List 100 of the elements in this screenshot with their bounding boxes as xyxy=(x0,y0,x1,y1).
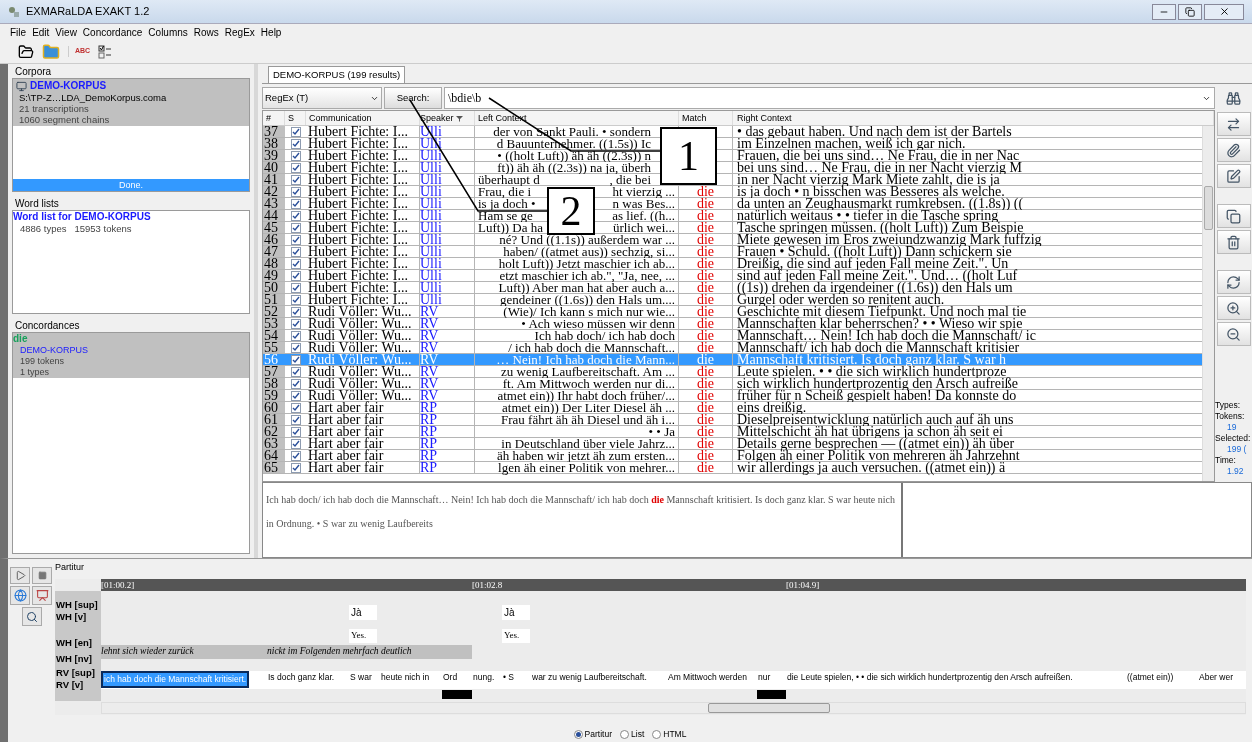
search-field[interactable]: \bdie\b xyxy=(444,87,1215,109)
table-row[interactable]: 46 Hubert Fichte: I... Ulli né? Und ((1.1s)) außerdem war ... die Miete gewesen im Eros zweiundzwanzig Mark fuffzig xyxy=(263,234,1202,246)
checkbox[interactable] xyxy=(290,354,301,365)
checkbox[interactable] xyxy=(290,198,301,209)
menu-item[interactable]: RegEx xyxy=(224,24,255,40)
corpus-item[interactable]: DEMO-KORPUS S:\TP-Z…LDA_DemoKorpus.coma 21 transcriptions 1060 segment chains xyxy=(13,79,249,126)
partitur-event[interactable]: Jà xyxy=(349,605,377,620)
partitur-event[interactable]: Am Mittwoch werden xyxy=(667,671,748,688)
partitur-event[interactable]: Jà xyxy=(502,605,530,620)
checkbox[interactable] xyxy=(290,450,301,461)
checkbox[interactable] xyxy=(290,330,301,341)
table-row[interactable]: 49 Hubert Fichte: I... Ulli etzt maschier ich ab.", "Ja, nee, ... die sind auf jeden Fall meine Zeit.". Und… ((holt Luf xyxy=(263,270,1202,282)
folder-icon[interactable] xyxy=(18,43,34,60)
menu-item[interactable]: Help xyxy=(260,24,282,40)
partitur-event[interactable]: Yes. xyxy=(502,629,530,643)
view-radio[interactable]: HTML xyxy=(652,727,687,741)
table-row[interactable]: 47 Hubert Fichte: I... Ulli haben/ ((atmet aus)) sechzig, si... die Frauen • Schuld. ((holt Luft)) Dann schickern sie xyxy=(263,246,1202,258)
column-header[interactable]: Speaker xyxy=(420,111,475,125)
menu-item[interactable]: Columns xyxy=(148,24,188,40)
partitur-event[interactable]: lehnt sich wieder zurück xyxy=(101,645,267,659)
column-header[interactable]: Right Context xyxy=(733,111,1214,125)
table-row[interactable]: 54 Rudi Völler: Wu... RV Ich hab doch/ ich hab doch die Mannschaft… Nein! Ich hab doch die Mannschaft/ ic xyxy=(263,330,1202,342)
table-row[interactable]: 50 Hubert Fichte: I... Ulli Luft)) Aber man hat aber auch a... die ((1s)) drehen da irgendeiner ((1.6s)) den Hals um xyxy=(263,282,1202,294)
presentation-button[interactable] xyxy=(32,586,52,605)
checkbox[interactable] xyxy=(290,174,301,185)
zoom-in-button[interactable] xyxy=(1216,296,1251,320)
checkbox[interactable] xyxy=(290,258,301,269)
checkbox[interactable] xyxy=(290,402,301,413)
partitur-event[interactable]: war zu wenig Laufbereitschaft. xyxy=(531,671,648,688)
menu-item[interactable]: File xyxy=(10,24,27,40)
checkbox[interactable] xyxy=(290,426,301,437)
zoom-out-button[interactable] xyxy=(1216,322,1251,346)
partitur-event[interactable]: nur xyxy=(757,671,772,688)
checkbox[interactable] xyxy=(290,150,301,161)
partitur-event[interactable]: die Leute spielen, • • die sich wirklich hundertprozentig den Arsch aufreißen. xyxy=(786,671,1074,688)
edit-button[interactable] xyxy=(1216,164,1251,188)
column-header[interactable]: Match xyxy=(679,111,733,125)
checklist-icon[interactable] xyxy=(98,44,113,59)
scrollbar-thumb[interactable] xyxy=(708,703,830,713)
checkbox[interactable] xyxy=(290,186,301,197)
menu-item[interactable]: Edit xyxy=(32,24,50,40)
checkbox[interactable] xyxy=(290,378,301,389)
copy-button[interactable] xyxy=(1216,204,1251,228)
column-header[interactable]: S xyxy=(285,111,306,125)
table-row[interactable]: 58 Rudi Völler: Wu... RV ft. Am Mittwoch werden nur di... die sich wirklich hundertprozentig den Arsch aufreiße xyxy=(263,378,1202,390)
partitur-event[interactable]: ((atmet ein)) xyxy=(1126,671,1175,688)
checkbox[interactable] xyxy=(290,342,301,353)
partitur-event[interactable]: Is doch ganz klar. xyxy=(267,671,336,688)
menu-item[interactable]: Rows xyxy=(193,24,219,40)
checkbox[interactable] xyxy=(290,222,301,233)
paperclip-button[interactable] xyxy=(1216,138,1251,162)
partitur-event[interactable]: nickt im Folgenden mehrfach deutlich xyxy=(267,645,472,659)
partitur-event[interactable]: heute nich in xyxy=(380,671,431,688)
checkbox[interactable] xyxy=(290,162,301,173)
stop-button[interactable] xyxy=(32,567,52,584)
checkbox[interactable] xyxy=(290,210,301,221)
table-row[interactable]: 42 Hubert Fichte: I... Ulli Frau, die i ht vierzig ... die is ja doch • n bisschen was Besseres als welche. xyxy=(263,186,1202,198)
table-row[interactable]: 61 Hart aber fair RP Frau fährt äh äh Diesel und äh i... die Dieselpreisentwicklung natürlich auch auf äh uns xyxy=(263,414,1202,426)
checkbox[interactable] xyxy=(290,126,301,137)
zoom-button[interactable] xyxy=(22,607,42,626)
search-button[interactable]: Search: xyxy=(384,87,442,109)
partitur-event[interactable]: S war xyxy=(349,671,373,688)
table-row[interactable]: 52 Rudi Völler: Wu... RV (Wie)/ Ich kann s mich nur wie... die Geschichte mit diesem Tiefpunkt. Und noch mal tie xyxy=(263,306,1202,318)
table-row[interactable]: 41 Hubert Fichte: I... Ulli überhaupt d , die bei in ner Nacht vierzig Mark Miete zahlt, die is ja xyxy=(263,174,1202,186)
menu-item[interactable]: Concordance xyxy=(82,24,143,40)
table-row[interactable]: 48 Hubert Fichte: I... Ulli holt Luft)) Jetzt maschier ich ab... die Dreißig, die sind auf jeden Fall meine Zeit.". Un xyxy=(263,258,1202,270)
partitur-event[interactable]: Aber wer xyxy=(1198,671,1234,688)
swap-arrows-button[interactable] xyxy=(1216,112,1251,136)
checkbox[interactable] xyxy=(290,438,301,449)
refresh-button[interactable] xyxy=(1216,270,1251,294)
checkbox[interactable] xyxy=(290,390,301,401)
partitur-event[interactable]: nung. xyxy=(472,671,496,688)
checkbox[interactable] xyxy=(290,462,301,473)
checkbox[interactable] xyxy=(290,138,301,149)
partitur-event[interactable]: • S xyxy=(502,671,515,688)
checkbox[interactable] xyxy=(290,366,301,377)
column-header[interactable]: # xyxy=(263,111,285,125)
table-row[interactable]: 59 Rudi Völler: Wu... RV atmet ein)) Ihr habt doch früher/... die früher für n Scheiß gespielt haben! Da konnste do xyxy=(263,390,1202,402)
checkbox[interactable] xyxy=(290,270,301,281)
column-header[interactable]: Communication xyxy=(306,111,420,125)
restore-button[interactable] xyxy=(1178,3,1202,20)
checkbox[interactable] xyxy=(290,294,301,305)
table-row[interactable]: 51 Hubert Fichte: I... Ulli gendeiner ((1.6s)) den Hals um.... die Gurgel oder werden so renitent auch. xyxy=(263,294,1202,306)
table-row[interactable]: 57 Rudi Völler: Wu... RV zu wenig Laufbereitschaft. Am ... die Leute spielen. • • die sich wirklich hundertproze xyxy=(263,366,1202,378)
checkbox[interactable] xyxy=(290,318,301,329)
trash-button[interactable] xyxy=(1216,230,1251,254)
checkbox[interactable] xyxy=(290,246,301,257)
results-tab[interactable]: DEMO-KORPUS (199 results) xyxy=(268,66,406,83)
scrollbar-thumb[interactable] xyxy=(1204,186,1213,230)
view-radio[interactable]: Partitur xyxy=(573,727,612,741)
mode-dropdown[interactable]: RegEx (T) xyxy=(262,87,382,109)
word-list-name[interactable]: Word list for DEMO-KORPUS xyxy=(13,211,249,223)
table-row[interactable]: 53 Rudi Völler: Wu... RV • Ach wieso müssen wir denn die Mannschaften klar beherrschen? • • Wieso wir spie xyxy=(263,318,1202,330)
view-radio[interactable]: List xyxy=(620,727,645,741)
checkbox[interactable] xyxy=(290,414,301,425)
checkbox[interactable] xyxy=(290,282,301,293)
menu-item[interactable]: View xyxy=(55,24,77,40)
table-row[interactable]: 64 Hart aber fair RP äh haben wir jetzt äh zum ersten... die Folgen äh einer Politik von mehreren äh Jahrzehnt xyxy=(263,450,1202,462)
play-button[interactable] xyxy=(10,567,30,584)
table-row[interactable]: 65 Hart aber fair RP lgen äh einer Politik von mehrer... die wir allerdings ja auch versuchen. ((atmet ein)) ä xyxy=(263,462,1202,474)
